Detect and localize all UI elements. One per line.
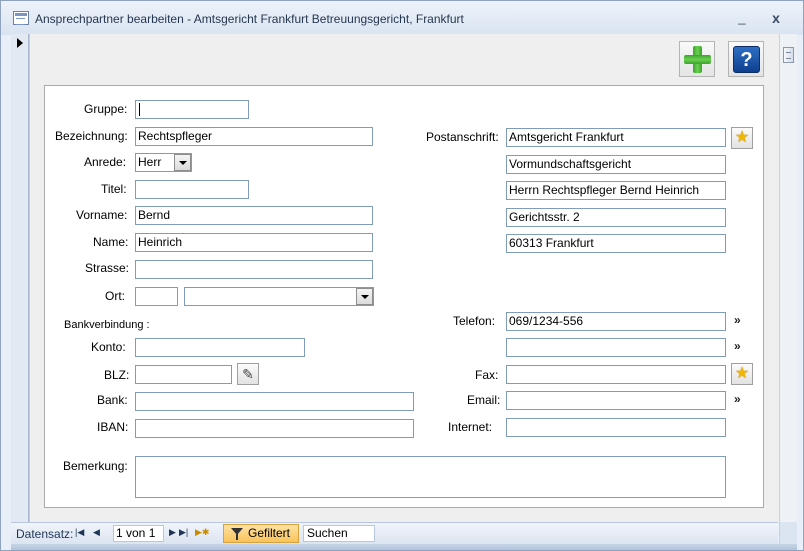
anrede-label: Anrede: — [84, 155, 127, 169]
bankverbindung-label: Bankverbindung : — [64, 319, 150, 331]
help-button[interactable]: ? — [728, 41, 764, 77]
name-label: Name: — [93, 235, 129, 249]
blz-field[interactable] — [135, 365, 232, 384]
bottom-border — [11, 544, 797, 550]
telefon2-dial-button[interactable]: » — [734, 339, 741, 353]
star-icon: ★ — [734, 129, 750, 146]
form-icon — [13, 11, 29, 25]
bezeichnung-field[interactable]: Rechtspfleger — [135, 127, 373, 146]
gruppe-label: Gruppe: — [84, 102, 128, 116]
last-record-button[interactable]: ▶| — [179, 527, 188, 538]
blz-label: BLZ: — [104, 368, 130, 382]
next-record-button[interactable]: ▶ — [169, 527, 176, 538]
vorname-field[interactable]: Bernd — [135, 206, 373, 225]
scrollbar-thumb[interactable] — [783, 47, 794, 63]
anrede-value: Herr — [138, 155, 162, 169]
close-button[interactable]: x — [767, 9, 785, 27]
scrollbar-corner — [779, 522, 797, 544]
blz-edit-button[interactable]: ✎ — [237, 363, 259, 385]
postanschrift-line-3[interactable]: Herrn Rechtspfleger Bernd Heinrich — [506, 181, 726, 200]
minimize-button[interactable]: _ — [733, 9, 751, 27]
telefon-field[interactable]: 069/1234-556 — [506, 312, 726, 331]
pencil-icon: ✎ — [242, 366, 254, 382]
anrede-dropdown[interactable]: Herr — [135, 153, 192, 172]
konto-label: Konto: — [91, 340, 126, 354]
telefon-dial-button[interactable]: » — [734, 313, 741, 327]
postanschrift-label: Postanschrift: — [426, 130, 499, 144]
postanschrift-line-1[interactable]: Amtsgericht Frankfurt — [506, 128, 726, 147]
record-position-field[interactable]: 1 von 1 — [113, 525, 164, 542]
bank-field[interactable] — [135, 392, 414, 411]
strasse-label: Strasse: — [85, 261, 130, 275]
titel-field[interactable] — [135, 180, 249, 199]
postanschrift-favorite-button[interactable]: ★ — [731, 127, 753, 149]
email-send-button[interactable]: » — [734, 392, 741, 406]
help-icon: ? — [733, 46, 760, 73]
fax-label: Fax: — [475, 368, 499, 382]
title-bar: Ansprechpartner bearbeiten - Amtsgericht… — [1, 1, 803, 35]
plz-field[interactable] — [135, 287, 178, 306]
search-input[interactable]: Suchen — [303, 525, 375, 542]
first-record-button[interactable]: |◀ — [75, 527, 84, 538]
iban-field[interactable] — [135, 419, 414, 438]
vorname-label: Vorname: — [76, 208, 128, 222]
email-field[interactable] — [506, 391, 726, 410]
telefon-label: Telefon: — [453, 314, 496, 328]
gruppe-field[interactable] — [135, 100, 249, 119]
bank-label: Bank: — [97, 393, 128, 407]
previous-record-button[interactable]: ◀ — [93, 527, 100, 538]
ort-label: Ort: — [105, 289, 125, 303]
add-button[interactable] — [679, 41, 715, 77]
bemerkung-field[interactable] — [135, 456, 726, 498]
record-navigation-bar: Datensatz: |◀ ◀ 1 von 1 ▶ ▶| ▶✱ Gefilter… — [11, 522, 778, 544]
record-selector[interactable] — [11, 34, 29, 522]
vertical-scrollbar[interactable] — [779, 34, 797, 522]
bezeichnung-label: Bezeichnung: — [55, 129, 128, 143]
filter-icon — [231, 528, 243, 540]
name-field[interactable]: Heinrich — [135, 233, 373, 252]
internet-label: Internet: — [448, 420, 493, 434]
bemerkung-label: Bemerkung: — [63, 459, 128, 473]
anrede-dropdown-arrow-icon[interactable] — [174, 154, 191, 171]
postanschrift-line-4[interactable]: Gerichtsstr. 2 — [506, 208, 726, 227]
strasse-field[interactable] — [135, 260, 373, 279]
record-label: Datensatz: — [16, 527, 74, 541]
ort-dropdown-arrow-icon[interactable] — [356, 288, 373, 305]
telefon2-field[interactable] — [506, 338, 726, 357]
konto-field[interactable] — [135, 338, 305, 357]
window: Ansprechpartner bearbeiten - Amtsgericht… — [0, 0, 804, 551]
star-icon: ★ — [734, 365, 750, 382]
fax-favorite-button[interactable]: ★ — [731, 363, 753, 385]
text-caret — [139, 103, 140, 117]
current-record-arrow-icon — [17, 38, 23, 48]
email-label: Email: — [467, 393, 501, 407]
new-record-button[interactable]: ▶✱ — [195, 527, 209, 538]
postanschrift-line-5[interactable]: 60313 Frankfurt — [506, 234, 726, 253]
ort-dropdown[interactable] — [184, 287, 374, 306]
internet-field[interactable] — [506, 418, 726, 437]
titel-label: Titel: — [101, 182, 127, 196]
iban-label: IBAN: — [97, 420, 129, 434]
filter-toggle-button[interactable]: Gefiltert — [223, 524, 299, 543]
filter-label: Gefiltert — [248, 526, 291, 540]
postanschrift-line-2[interactable]: Vormundschaftsgericht — [506, 155, 726, 174]
window-title: Ansprechpartner bearbeiten - Amtsgericht… — [35, 12, 464, 26]
fax-field[interactable] — [506, 365, 726, 384]
